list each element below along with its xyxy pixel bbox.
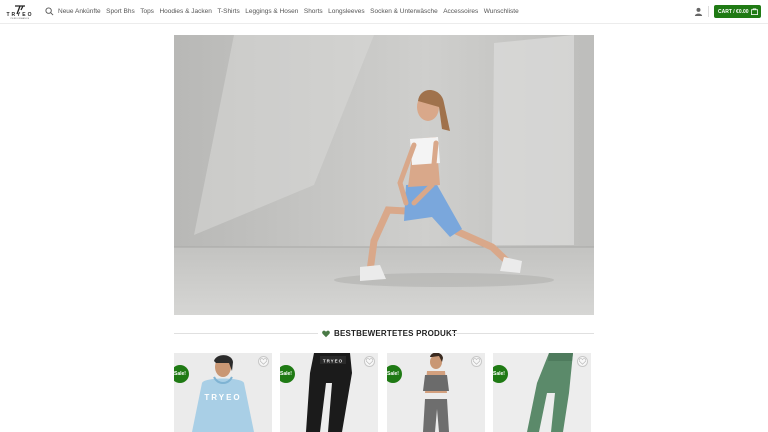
- nav-item-shorts[interactable]: Shorts: [304, 7, 323, 16]
- logo-subtext: PERFORMANCE: [10, 18, 30, 20]
- product-image: TRYEO: [174, 353, 272, 432]
- product-card[interactable]: TRYEO Sale!: [174, 353, 272, 432]
- wishlist-button[interactable]: [258, 356, 269, 367]
- section-title: BESTBEWERTETES PRODUKT: [334, 329, 458, 338]
- user-icon[interactable]: [694, 7, 703, 16]
- heart-outline-icon: [260, 358, 267, 365]
- cart-button[interactable]: CART / €0.00: [714, 5, 761, 18]
- nav-item-accessoires[interactable]: Accessoires: [443, 7, 478, 16]
- wishlist-button[interactable]: [577, 356, 588, 367]
- cart-label: CART / €0.00: [718, 8, 749, 15]
- heart-outline-icon: [579, 358, 586, 365]
- hero-banner-image: [174, 35, 594, 315]
- nav-item-hoodies-jacken[interactable]: Hoodies & Jacken: [159, 7, 211, 16]
- site-header: TRYEO PERFORMANCE Neue Ankünfte Sport Bh…: [0, 0, 768, 24]
- nav-item-leggings-hosen[interactable]: Leggings & Hosen: [245, 7, 298, 16]
- section-divider-right: [450, 333, 594, 334]
- header-divider: [708, 6, 709, 17]
- nav-item-longsleeves[interactable]: Longsleeves: [328, 7, 365, 16]
- nav-item-tops[interactable]: Tops: [140, 7, 154, 16]
- hoodie-print: TRYEO: [204, 393, 241, 402]
- wishlist-button[interactable]: [471, 356, 482, 367]
- hero-photo: [174, 35, 594, 315]
- heart-icon: [322, 330, 330, 337]
- search-icon[interactable]: [45, 7, 54, 16]
- section-divider-left: [174, 333, 318, 334]
- nav-item-neue-ankuenfte[interactable]: Neue Ankünfte: [58, 7, 101, 16]
- product-card[interactable]: TRYEO Sale!: [280, 353, 378, 432]
- brand-logo[interactable]: TRYEO PERFORMANCE: [5, 2, 35, 22]
- cart-icon: [751, 8, 758, 15]
- heart-outline-icon: [473, 358, 480, 365]
- product-card[interactable]: Sale!: [493, 353, 591, 432]
- nav-item-t-shirts[interactable]: T-Shirts: [217, 7, 239, 16]
- heart-outline-icon: [366, 358, 373, 365]
- section-heading: BESTBEWERTETES PRODUKT: [322, 328, 457, 339]
- product-image: TRYEO: [280, 353, 378, 432]
- nav-item-socken-unterwaesche[interactable]: Socken & Unterwäsche: [370, 7, 438, 16]
- product-image: [387, 353, 485, 432]
- product-image: [493, 353, 591, 432]
- product-card[interactable]: Sale!: [387, 353, 485, 432]
- nav-item-wunschliste[interactable]: Wunschliste: [484, 7, 519, 16]
- wishlist-button[interactable]: [364, 356, 375, 367]
- main-nav: Neue Ankünfte Sport Bhs Tops Hoodies & J…: [58, 7, 524, 16]
- waistband-print: TRYEO: [323, 359, 343, 364]
- nav-item-sport-bhs[interactable]: Sport Bhs: [106, 7, 135, 16]
